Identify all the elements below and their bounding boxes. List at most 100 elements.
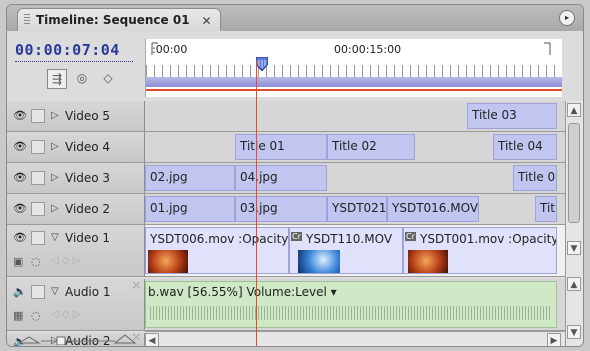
track-lane[interactable]: Title 01 Title 02 Title 04: [145, 132, 565, 162]
expand-triangle-icon[interactable]: ▷: [51, 110, 59, 121]
clip[interactable]: 04.jpg: [235, 165, 327, 191]
snap-icon[interactable]: ⇶: [47, 69, 67, 89]
tab-timeline-sequence[interactable]: Timeline: Sequence 01 ✕: [17, 8, 221, 31]
track-name: Video 3: [65, 171, 111, 185]
track-header: 🔈 ▽ Audio 1 ⤫ ▦ ◌ ◁ ◇ ▷: [7, 279, 145, 330]
track-header: 👁 ▷ Video 2: [7, 194, 145, 224]
track-header: 👁 ▷ Video 5: [7, 101, 145, 131]
ruler-start-label: :00:00: [152, 43, 188, 56]
eye-icon[interactable]: 👁: [13, 109, 27, 123]
playhead-line[interactable]: [256, 61, 257, 346]
clip[interactable]: Cr YSDT110.MOV: [289, 227, 403, 274]
scroll-thumb[interactable]: [568, 123, 580, 223]
transition-marker[interactable]: Cr: [291, 232, 302, 241]
marker-icon[interactable]: ◎: [73, 69, 91, 87]
horizontal-scrollbar[interactable]: ◀ ▶: [145, 331, 565, 346]
keyframe-toggle-icon[interactable]: ◌: [31, 309, 41, 322]
keyframe-nav-icon[interactable]: ◁ ◇ ▷: [51, 309, 80, 320]
keyframe-icon[interactable]: ◇: [99, 69, 117, 87]
audio-clip[interactable]: b.wav [56.55%] Volume:Level ▾: [145, 281, 557, 328]
clip-thumbnail: [148, 250, 188, 273]
track-name: Video 5: [65, 109, 111, 123]
clip[interactable]: Title 0!: [513, 165, 557, 191]
time-ruler[interactable]: :00:00 00:00:15:00: [145, 39, 562, 97]
transition-marker[interactable]: Cr: [405, 232, 416, 241]
audio-scroll-down-icon[interactable]: ▼: [567, 325, 581, 339]
track-lane[interactable]: Title 03: [145, 101, 565, 131]
clip[interactable]: Titl: [535, 196, 557, 222]
timeline-header: 00:00:07:04 ⇶ ◎ ◇ :00:00 00:00:15:00: [7, 31, 583, 99]
playhead-handle-icon[interactable]: [256, 57, 268, 71]
render-bar: [146, 89, 562, 91]
expand-triangle-icon[interactable]: ▷: [51, 203, 59, 214]
scroll-left-icon[interactable]: ◀: [145, 333, 159, 346]
close-icon[interactable]: ✕: [202, 10, 212, 32]
display-style-icon[interactable]: ▣: [13, 255, 23, 268]
track-lane[interactable]: YSDT006.mov :Opacity ▾ Cr YSDT110.MOV Cr…: [145, 225, 565, 276]
eye-icon[interactable]: 👁: [13, 171, 27, 185]
track-video-4: 👁 ▷ Video 4 Title 01 Title 02 Title 04: [7, 132, 565, 163]
eye-icon[interactable]: 👁: [13, 231, 27, 245]
grip-icon[interactable]: [24, 14, 30, 26]
track-video-3: 👁 ▷ Video 3 02.jpg 04.jpg Title 0!: [7, 163, 565, 194]
clip[interactable]: YSDT006.mov :Opacity ▾: [145, 227, 289, 274]
lock-toggle[interactable]: [31, 171, 45, 185]
panel-tab-bar: Timeline: Sequence 01 ✕ ▸: [7, 5, 583, 32]
track-header: 👁 ▷ Video 3: [7, 163, 145, 193]
keyframe-nav-icon[interactable]: ◁ ◇ ▷: [51, 255, 80, 266]
clip[interactable]: YSDT016.MOV: [387, 196, 479, 222]
track-lane[interactable]: 01.jpg 03.jpg YSDT021.I YSDT016.MOV Titl: [145, 194, 565, 224]
track-header: 👁 ▷ Video 4: [7, 132, 145, 162]
timecode-underline: [15, 61, 133, 62]
keyframe-toggle-icon[interactable]: ◌: [31, 255, 41, 268]
scroll-up-icon[interactable]: ▲: [567, 103, 581, 117]
clip[interactable]: 01.jpg: [145, 196, 235, 222]
eye-icon[interactable]: 👁: [13, 140, 27, 154]
audio-scroll-up-icon[interactable]: ▲: [567, 277, 581, 291]
tracks-area: 👁 ▷ Video 5 Title 03 👁 ▷ Video 4 Title 0…: [7, 101, 565, 346]
track-video-5: 👁 ▷ Video 5 Title 03: [7, 101, 565, 132]
clip[interactable]: Cr YSDT001.mov :Opacity ▾: [403, 227, 557, 274]
work-area-bar[interactable]: [146, 77, 562, 87]
collapse-triangle-icon[interactable]: ▽: [51, 232, 59, 243]
vertical-scrollbar[interactable]: ▲ ▼ ▲ ▼: [565, 101, 583, 346]
track-lane[interactable]: b.wav [56.55%] Volume:Level ▾: [145, 279, 565, 330]
timeline-panel: Timeline: Sequence 01 ✕ ▸ 00:00:07:04 ⇶ …: [6, 4, 584, 347]
panel-menu-icon[interactable]: ▸: [559, 10, 575, 26]
collapse-triangle-icon[interactable]: ▽: [51, 286, 59, 297]
track-name: Video 2: [65, 202, 111, 216]
clip-label: YSDT001.mov :Opacity ▾: [420, 232, 557, 246]
ruler-ticks: [146, 65, 562, 77]
expand-triangle-icon[interactable]: ▷: [51, 141, 59, 152]
current-timecode[interactable]: 00:00:07:04: [15, 41, 120, 59]
clip-thumbnail: [408, 250, 448, 273]
lock-toggle[interactable]: [31, 140, 45, 154]
lock-toggle[interactable]: [31, 285, 45, 299]
track-audio-1: 🔈 ▽ Audio 1 ⤫ ▦ ◌ ◁ ◇ ▷ b.wav [56.55%] V…: [7, 279, 565, 331]
track-lane[interactable]: 02.jpg 04.jpg Title 0!: [145, 163, 565, 193]
clip[interactable]: Title 03: [467, 103, 557, 129]
clip[interactable]: Title 04: [493, 134, 557, 160]
clip[interactable]: 02.jpg: [145, 165, 235, 191]
clip[interactable]: Title 01: [235, 134, 327, 160]
lock-toggle[interactable]: [31, 109, 45, 123]
clip-label: YSDT110.MOV: [306, 232, 393, 246]
track-header: 👁 ▽ Video 1 ▣ ◌ ◁ ◇ ▷: [7, 225, 145, 276]
audio-waveform: [150, 306, 552, 320]
track-name: Video 4: [65, 140, 111, 154]
track-video-2: 👁 ▷ Video 2 01.jpg 03.jpg YSDT021.I YSDT…: [7, 194, 565, 225]
clip[interactable]: YSDT021.I: [327, 196, 387, 222]
clip[interactable]: Title 02: [327, 134, 415, 160]
zoom-slider[interactable]: [17, 333, 137, 345]
lock-toggle[interactable]: [31, 231, 45, 245]
lock-toggle[interactable]: [31, 202, 45, 216]
clip[interactable]: 03.jpg: [235, 196, 327, 222]
waveform-toggle-icon[interactable]: ▦: [13, 309, 23, 322]
scroll-right-icon[interactable]: ▶: [547, 333, 561, 346]
scroll-down-icon[interactable]: ▼: [567, 241, 581, 255]
expand-triangle-icon[interactable]: ▷: [51, 172, 59, 183]
eye-icon[interactable]: 👁: [13, 202, 27, 216]
track-name: Audio 1: [65, 285, 111, 299]
sync-lock-icon[interactable]: ⤫: [133, 281, 140, 291]
speaker-icon[interactable]: 🔈: [13, 285, 27, 299]
